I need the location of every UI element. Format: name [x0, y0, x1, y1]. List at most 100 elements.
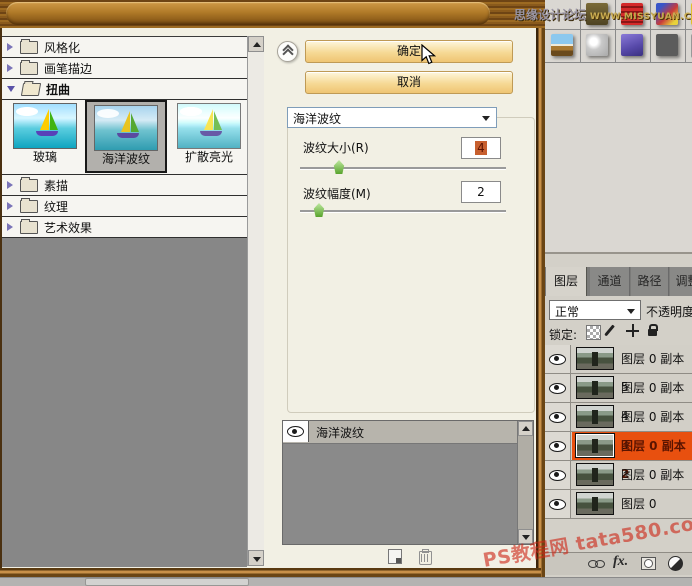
ripple-magnitude-label: 波纹幅度(M)	[303, 187, 371, 201]
filter-select-dropdown[interactable]: 海洋波纹	[287, 107, 497, 128]
layer-thumbnail	[576, 492, 614, 515]
lock-transparency-icon[interactable]	[586, 325, 601, 340]
style-swatch-cell[interactable]	[650, 29, 686, 63]
filter-thumb-label: 海洋波纹	[101, 152, 150, 166]
layer-row[interactable]: 图层 0 副本 3	[545, 403, 692, 452]
forum-banner	[0, 0, 545, 28]
visibility-toggle[interactable]	[545, 490, 571, 518]
ripple-size-input[interactable]: 4	[461, 137, 501, 159]
style-swatch-cell[interactable]	[580, 29, 616, 63]
collapse-panel-button[interactable]	[277, 41, 298, 62]
category-row-stylize[interactable]: 风格化	[2, 37, 247, 58]
category-label: 纹理	[44, 199, 69, 214]
sail-shape	[40, 109, 49, 130]
category-row-sketch[interactable]: 素描	[2, 175, 247, 196]
cancel-button[interactable]: 取消	[305, 71, 513, 94]
ripple-magnitude-input[interactable]: 2	[461, 181, 501, 203]
eye-icon	[549, 411, 566, 423]
layer-thumbnail	[576, 463, 614, 486]
link-layers-icon[interactable]	[588, 560, 606, 568]
layer-thumbnail	[576, 405, 614, 428]
layer-name: 图层 0 副本	[621, 468, 685, 482]
category-row-distort[interactable]: 扭曲	[2, 79, 247, 100]
dropdown-arrow-icon	[482, 116, 490, 121]
scroll-down-button[interactable]	[248, 550, 264, 566]
distort-thumbnails: 玻璃 海洋波纹 扩散亮光	[2, 100, 247, 175]
blend-mode-value: 正常	[555, 305, 580, 319]
sail-shape	[131, 113, 139, 132]
sail-shape	[121, 111, 130, 132]
site-name-text: 思缘设计论坛	[514, 8, 587, 22]
style-swatch-cell[interactable]	[615, 29, 651, 63]
style-swatch	[586, 34, 608, 56]
site-watermark: 思缘设计论坛 WWW.MISSYUAN.COM	[514, 6, 692, 23]
delete-effect-layer-button[interactable]	[419, 549, 432, 565]
category-label: 艺术效果	[44, 220, 93, 235]
sailboat-preview-image	[94, 105, 158, 151]
eye-icon	[549, 440, 566, 452]
folder-icon	[20, 59, 38, 75]
visibility-toggle[interactable]	[545, 374, 571, 402]
style-swatch	[621, 34, 643, 56]
layer-style-fx-icon[interactable]: fx.	[613, 554, 628, 570]
effect-list-scrollbar[interactable]	[517, 421, 533, 544]
banner-highlight	[6, 2, 490, 25]
lock-all-icon[interactable]	[648, 324, 658, 336]
ok-button[interactable]: 确定	[305, 40, 513, 63]
scroll-up-button[interactable]	[518, 421, 533, 436]
new-effect-layer-button[interactable]	[388, 549, 402, 564]
sail-shape	[50, 111, 58, 130]
tab-paths[interactable]: 路径	[631, 267, 669, 296]
mouse-cursor-icon	[421, 43, 437, 69]
layer-name: 图层 0	[621, 497, 657, 511]
layer-row-selected[interactable]: 图层 0 副本 2	[545, 432, 692, 481]
layer-row[interactable]: 图层 0 副本 4	[545, 374, 692, 423]
effect-layer-row[interactable]: 海洋波纹	[283, 421, 518, 444]
layer-row[interactable]: 图层 0 副本	[545, 461, 692, 490]
category-label: 画笔描边	[44, 61, 93, 76]
dialog-bottom-border	[0, 568, 541, 577]
lock-position-icon[interactable]	[626, 324, 639, 337]
cloud-shape	[97, 109, 119, 118]
chevron-right-icon	[7, 202, 13, 210]
hull-shape	[200, 131, 222, 136]
style-swatch-cell[interactable]	[685, 29, 692, 63]
chevron-right-icon	[7, 223, 13, 231]
filter-thumb-glass[interactable]: 玻璃	[10, 102, 80, 164]
open-folder-icon	[20, 82, 42, 96]
selected-value-text: 4	[475, 141, 487, 155]
category-row-artistic[interactable]: 艺术效果	[2, 217, 247, 238]
category-row-brushstrokes[interactable]: 画笔描边	[2, 58, 247, 79]
tab-channels[interactable]: 通道	[590, 267, 630, 296]
eye-icon	[549, 382, 566, 394]
style-swatch-cell[interactable]	[545, 29, 581, 63]
visibility-toggle[interactable]	[545, 403, 571, 431]
layer-thumbnail	[576, 347, 614, 370]
visibility-toggle[interactable]	[545, 345, 571, 373]
adjustment-layer-icon[interactable]	[668, 556, 683, 571]
visibility-toggle[interactable]	[545, 461, 571, 489]
category-label: 素描	[44, 178, 69, 193]
folder-icon	[20, 197, 38, 213]
chevron-right-icon	[7, 64, 13, 72]
visibility-toggle[interactable]	[545, 432, 571, 460]
triangle-up-icon	[522, 426, 530, 431]
ripple-magnitude-slider-track[interactable]	[300, 210, 506, 212]
visibility-toggle[interactable]	[283, 421, 309, 442]
blend-mode-dropdown[interactable]: 正常	[549, 300, 641, 320]
chevron-right-icon	[7, 43, 13, 51]
category-row-texture[interactable]: 纹理	[2, 196, 247, 217]
layer-row[interactable]: 图层 0 副本 5	[545, 345, 692, 394]
horizontal-scrollbar-thumb[interactable]	[85, 578, 249, 586]
tab-adjustments[interactable]: 调整	[670, 267, 692, 296]
add-mask-icon[interactable]	[641, 557, 656, 570]
filter-thumb-ocean-ripple[interactable]: 海洋波纹	[85, 100, 167, 173]
sailboat-preview-image	[13, 103, 77, 149]
category-list-scrollbar[interactable]	[247, 36, 264, 566]
scroll-up-button[interactable]	[248, 36, 264, 52]
tab-layers[interactable]: 图层	[546, 267, 587, 296]
sail-shape	[204, 109, 213, 130]
filter-thumb-diffuse-glow[interactable]: 扩散亮光	[174, 102, 244, 164]
ripple-size-slider-track[interactable]	[300, 167, 506, 169]
eye-icon	[549, 498, 566, 510]
